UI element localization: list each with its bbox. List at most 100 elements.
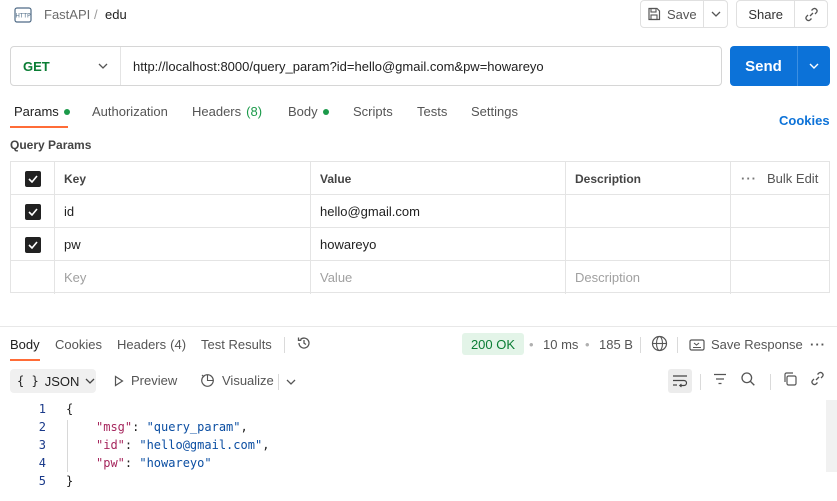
search-icon[interactable] bbox=[740, 371, 756, 390]
meta-separator: • bbox=[585, 337, 590, 352]
visualize-label: Visualize bbox=[222, 373, 274, 388]
tab-tests[interactable]: Tests bbox=[417, 104, 447, 119]
bulk-edit-label: Bulk Edit bbox=[767, 171, 819, 186]
table-row: pw howareyo bbox=[11, 228, 829, 261]
preview-button[interactable]: Preview bbox=[114, 373, 177, 388]
response-size[interactable]: 185 B bbox=[599, 337, 633, 352]
code-line: 2 "msg": "query_param", bbox=[0, 418, 830, 436]
more-options-icon[interactable]: ··· bbox=[810, 337, 826, 352]
breadcrumb-request-name[interactable]: edu bbox=[105, 7, 127, 22]
http-request-icon: HTTP bbox=[14, 7, 32, 23]
copy-link-button[interactable] bbox=[794, 1, 827, 27]
response-tab-headers[interactable]: Headers (4) bbox=[117, 337, 186, 352]
param-enabled-checkbox[interactable] bbox=[11, 195, 55, 228]
cookies-link[interactable]: Cookies bbox=[779, 113, 830, 128]
response-tab-body[interactable]: Body bbox=[10, 337, 40, 352]
response-time[interactable]: 10 ms bbox=[543, 337, 578, 352]
response-tab-headers-count: (4) bbox=[170, 337, 187, 352]
url-bar: GET http://localhost:8000/query_param?id… bbox=[10, 46, 722, 86]
tab-authorization[interactable]: Authorization bbox=[92, 104, 168, 119]
param-key-cell[interactable]: id bbox=[55, 195, 311, 228]
new-value-input[interactable]: Value bbox=[311, 261, 566, 294]
query-params-title: Query Params bbox=[10, 138, 92, 152]
json-key: "msg" bbox=[96, 420, 133, 434]
chevron-down-icon bbox=[85, 378, 95, 384]
meta-separator: • bbox=[529, 337, 534, 352]
response-body-code[interactable]: 1 { 2 "msg": "query_param", 3 "id": "hel… bbox=[0, 400, 837, 501]
filter-icon[interactable] bbox=[712, 371, 728, 390]
save-label: Save bbox=[667, 6, 697, 22]
response-tab-headers-label: Headers bbox=[117, 337, 167, 352]
method-select[interactable]: GET bbox=[11, 47, 121, 85]
param-description-cell[interactable] bbox=[566, 228, 731, 261]
param-value-cell[interactable]: howareyo bbox=[311, 228, 566, 261]
send-options-button[interactable] bbox=[797, 46, 830, 86]
tab-headers[interactable]: Headers (8) bbox=[192, 104, 262, 119]
breadcrumb-separator: / bbox=[94, 7, 98, 22]
send-button[interactable]: Send bbox=[730, 46, 797, 86]
code-text: { bbox=[66, 402, 74, 416]
tab-scripts-label: Scripts bbox=[353, 104, 393, 119]
divider bbox=[640, 337, 641, 353]
save-response-icon bbox=[689, 338, 705, 351]
tab-settings-label: Settings bbox=[471, 104, 518, 119]
link-icon[interactable] bbox=[810, 371, 825, 389]
json-comma: , bbox=[240, 420, 248, 434]
format-select[interactable]: { } JSON bbox=[10, 369, 96, 393]
new-description-input[interactable]: Description bbox=[566, 261, 731, 294]
copy-icon[interactable] bbox=[782, 371, 798, 390]
divider bbox=[284, 337, 285, 353]
visualize-button[interactable]: Visualize bbox=[200, 373, 274, 388]
history-icon[interactable] bbox=[296, 335, 312, 354]
tab-scripts[interactable]: Scripts bbox=[353, 104, 393, 119]
breadcrumb-workspace[interactable]: FastAPI bbox=[44, 7, 90, 22]
new-row-spacer bbox=[731, 261, 829, 294]
play-icon bbox=[114, 374, 124, 387]
save-button[interactable]: Save bbox=[641, 1, 703, 27]
bulk-edit-button[interactable]: ··· Bulk Edit bbox=[731, 162, 829, 195]
param-row-spacer bbox=[731, 195, 829, 228]
save-options-button[interactable] bbox=[703, 1, 727, 27]
tab-body[interactable]: Body bbox=[288, 104, 329, 119]
param-value-cell[interactable]: hello@gmail.com bbox=[311, 195, 566, 228]
table-row-new: Key Value Description bbox=[11, 261, 829, 294]
query-params-table: Key Value Description ··· Bulk Edit id h… bbox=[10, 161, 830, 294]
url-input[interactable]: http://localhost:8000/query_param?id=hel… bbox=[121, 59, 544, 74]
param-row-spacer bbox=[731, 228, 829, 261]
response-tab-cookies[interactable]: Cookies bbox=[55, 337, 102, 352]
visualize-icon bbox=[201, 374, 214, 387]
param-description-cell[interactable] bbox=[566, 195, 731, 228]
column-header-description: Description bbox=[566, 162, 731, 195]
response-tab-test-results[interactable]: Test Results bbox=[201, 337, 272, 352]
param-enabled-checkbox[interactable] bbox=[11, 228, 55, 261]
word-wrap-button[interactable] bbox=[668, 369, 692, 393]
line-number: 5 bbox=[38, 474, 46, 488]
tab-headers-label: Headers bbox=[192, 104, 242, 119]
share-button[interactable]: Share bbox=[737, 1, 794, 27]
braces-icon: { } bbox=[17, 374, 39, 388]
visualize-options-button[interactable] bbox=[286, 373, 296, 388]
line-number: 4 bbox=[38, 456, 46, 470]
json-key: "id" bbox=[96, 438, 125, 452]
select-all-checkbox[interactable] bbox=[11, 162, 55, 195]
more-horizontal-icon: ··· bbox=[741, 171, 757, 186]
line-number: 2 bbox=[38, 420, 46, 434]
chevron-down-icon bbox=[809, 63, 819, 69]
indent-guide bbox=[67, 420, 68, 472]
chevron-down-icon bbox=[711, 11, 720, 17]
save-icon bbox=[648, 7, 661, 21]
tab-authorization-label: Authorization bbox=[92, 104, 168, 119]
code-scrollbar[interactable] bbox=[826, 400, 837, 472]
globe-icon[interactable] bbox=[651, 335, 668, 355]
divider bbox=[700, 374, 701, 390]
save-response-label: Save Response bbox=[711, 337, 803, 352]
param-key-cell[interactable]: pw bbox=[55, 228, 311, 261]
tab-settings[interactable]: Settings bbox=[471, 104, 518, 119]
new-key-input[interactable]: Key bbox=[55, 261, 311, 294]
params-active-dot bbox=[63, 108, 70, 115]
divider bbox=[770, 374, 771, 390]
code-line: 1 { bbox=[0, 400, 830, 418]
tab-params[interactable]: Params bbox=[14, 104, 70, 119]
save-response-button[interactable]: Save Response bbox=[689, 337, 803, 352]
status-badge[interactable]: 200 OK bbox=[462, 333, 524, 355]
